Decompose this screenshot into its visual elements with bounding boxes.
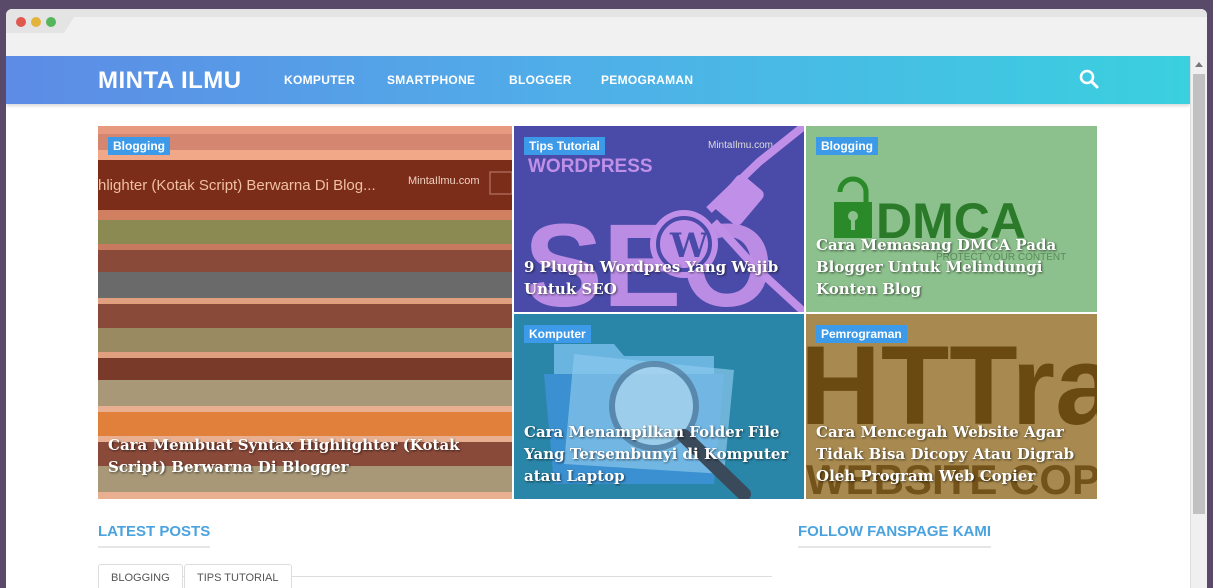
nav-item-smartphone[interactable]: SMARTPHONE bbox=[387, 73, 475, 87]
svg-text:MintaIlmu.com: MintaIlmu.com bbox=[708, 140, 773, 151]
post-title[interactable]: 9 Plugin Wordpres Yang Wajib Untuk SEO bbox=[524, 256, 794, 300]
scroll-thumb[interactable] bbox=[1193, 74, 1205, 514]
browser-tab[interactable] bbox=[64, 17, 1207, 33]
browser-window: MINTA ILMU KOMPUTER SMARTPHONE BLOGGER P… bbox=[6, 9, 1207, 588]
featured-post-3[interactable]: DMCA PROTECT YOUR CONTENT Blogging Cara … bbox=[806, 126, 1097, 312]
post-title[interactable]: Cara Memasang DMCA Pada Blogger Untuk Me… bbox=[816, 234, 1087, 300]
search-icon[interactable] bbox=[1079, 69, 1099, 89]
page-scrollbar[interactable] bbox=[1190, 56, 1207, 588]
post-title[interactable]: Cara Mencegah Website Agar Tidak Bisa Di… bbox=[816, 421, 1087, 487]
featured-grid: hlighter (Kotak Script) Berwarna Di Blog… bbox=[98, 126, 1097, 499]
tab-blogging[interactable]: BLOGGING bbox=[98, 564, 183, 588]
minimize-window-icon[interactable] bbox=[31, 17, 41, 27]
latest-posts-heading: LATEST POSTS bbox=[98, 523, 211, 548]
featured-post-1[interactable]: hlighter (Kotak Script) Berwarna Di Blog… bbox=[98, 126, 512, 499]
tab-tips-tutorial[interactable]: TIPS TUTORIAL bbox=[184, 564, 292, 588]
scroll-up-arrow-icon[interactable] bbox=[1195, 62, 1203, 67]
category-badge[interactable]: Blogging bbox=[108, 137, 170, 155]
post-title[interactable]: Cara Membuat Syntax Highlighter (Kotak S… bbox=[108, 434, 502, 478]
browser-chrome bbox=[6, 9, 1207, 57]
address-bar-area bbox=[6, 33, 1207, 56]
category-badge[interactable]: Pemrograman bbox=[816, 325, 907, 343]
svg-text:MintaIlmu.com: MintaIlmu.com bbox=[408, 175, 480, 187]
category-badge[interactable]: Blogging bbox=[816, 137, 878, 155]
featured-post-5[interactable]: HTTrack WEBSITE COPIER Pemrograman Cara … bbox=[806, 314, 1097, 499]
category-badge[interactable]: Komputer bbox=[524, 325, 591, 343]
thumbnail-text: hlighter (Kotak Script) Berwarna Di Blog… bbox=[98, 177, 376, 194]
featured-post-2[interactable]: S FOR WORDPRESS SEO MintaIlmu.com W Tips… bbox=[514, 126, 804, 312]
category-badge[interactable]: Tips Tutorial bbox=[524, 137, 605, 155]
site-header: MINTA ILMU KOMPUTER SMARTPHONE BLOGGER P… bbox=[6, 56, 1190, 104]
nav-item-komputer[interactable]: KOMPUTER bbox=[284, 73, 355, 87]
nav-item-blogger[interactable]: BLOGGER bbox=[509, 73, 572, 87]
maximize-window-icon[interactable] bbox=[46, 17, 56, 27]
close-window-icon[interactable] bbox=[16, 17, 26, 27]
featured-post-4[interactable]: Komputer Cara Menampilkan Folder File Ya… bbox=[514, 314, 804, 499]
site-logo[interactable]: MINTA ILMU bbox=[98, 67, 242, 95]
fanspage-heading: FOLLOW FANSPAGE KAMI bbox=[798, 523, 992, 548]
nav-item-pemograman[interactable]: PEMOGRAMAN bbox=[601, 73, 693, 87]
svg-text:WORDPRESS: WORDPRESS bbox=[528, 156, 653, 177]
post-title[interactable]: Cara Menampilkan Folder File Yang Tersem… bbox=[524, 421, 794, 487]
